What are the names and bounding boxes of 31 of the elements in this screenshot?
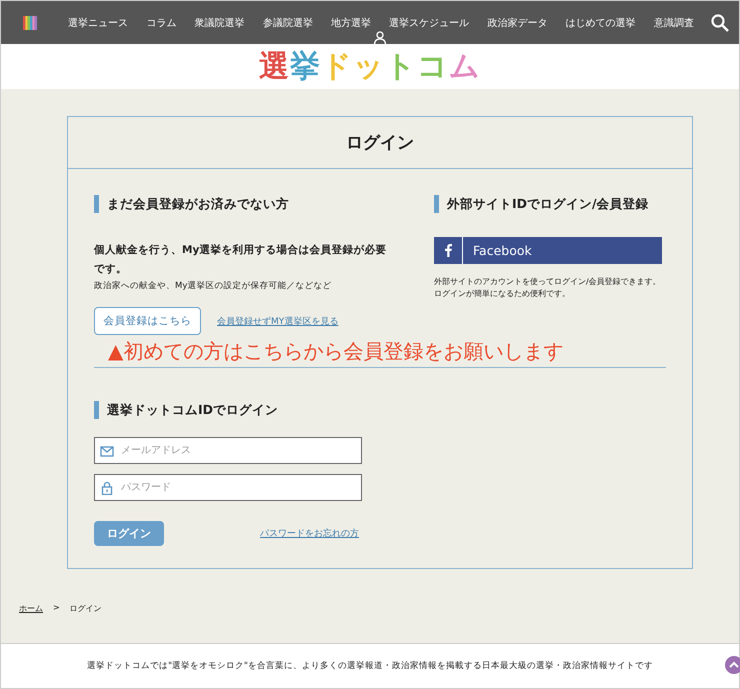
card-title: ログイン <box>68 117 692 169</box>
footer-text: 選挙ドットコムでは"選挙をオモシロク"を合言葉に、より多くの選挙報道・政治家情報を掲載する日本最大級の選挙・政治家情報サイトです <box>87 660 653 672</box>
logo-icon[interactable] <box>23 16 37 30</box>
nav-link[interactable]: 選挙ニュース <box>59 16 138 30</box>
nav-link[interactable]: 政治家データ <box>478 16 557 30</box>
nav-link[interactable]: 選挙スケジュール <box>380 16 478 30</box>
section-heading: まだ会員登録がお済みでない方 <box>94 195 394 213</box>
nav-link[interactable]: はじめての選挙 <box>556 16 645 30</box>
breadcrumb-link[interactable]: ホーム <box>19 603 43 614</box>
facebook-button[interactable]: Facebook <box>434 237 662 264</box>
nav-link[interactable]: 地方選挙 <box>322 16 380 30</box>
register-lead: 個人献金を行う、My選挙を利用する場合は会員登録が必要です。 <box>94 243 388 277</box>
forgot-password-link[interactable]: パスワードをお忘れの方 <box>260 527 359 540</box>
password-field[interactable]: パスワード <box>94 474 362 501</box>
nav-link[interactable]: 衆議院選挙 <box>185 16 254 30</box>
email-field[interactable]: メールアドレス <box>94 437 362 464</box>
breadcrumb-text: > <box>53 603 60 614</box>
nav-link[interactable]: 参議院選挙 <box>254 16 322 30</box>
my-district-link[interactable]: 会員登録せずMY選挙区を見る <box>217 314 338 328</box>
nav-link[interactable]: 意識調査 <box>644 16 703 30</box>
section-heading: 選挙ドットコムIDでログイン <box>94 401 666 419</box>
register-button[interactable]: 会員登録はこちら <box>94 307 201 335</box>
scroll-top-icon[interactable] <box>725 656 740 674</box>
nav-link[interactable]: コラム <box>137 16 186 30</box>
annotation-text: ▲初めての方はこちらから会員登録をお願いします <box>108 339 564 363</box>
section-heading: 外部サイトIDでログイン/会員登録 <box>434 195 666 213</box>
breadcrumb-text: ログイン <box>70 603 102 614</box>
facebook-icon <box>444 244 452 257</box>
search-icon[interactable] <box>710 14 729 32</box>
register-note: 政治家への献金や、My選挙区の設定が保存可能／などなど <box>94 280 332 293</box>
user-icon[interactable] <box>373 31 387 45</box>
